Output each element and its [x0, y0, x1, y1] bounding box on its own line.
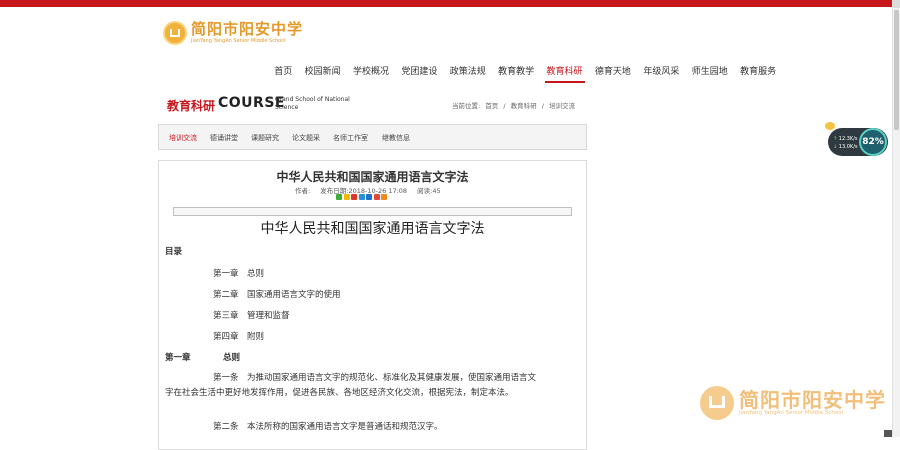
douban-icon[interactable]: [373, 194, 380, 200]
article-summary-box: [173, 207, 572, 216]
school-emblem-icon: [163, 21, 187, 45]
toc-item: 第二章 国家通用语言文字的使用: [213, 290, 341, 300]
nav-item-teaching[interactable]: 教育教学: [498, 64, 534, 84]
site-logo[interactable]: 简阳市阳安中学 JianYang YangAn Senior Middle Sc…: [163, 20, 303, 46]
scroll-up-arrow[interactable]: [893, 0, 900, 8]
qzone-icon[interactable]: [343, 194, 350, 200]
chapter-title: 总则: [223, 353, 241, 363]
upload-speed: 12.3K/s: [838, 136, 858, 142]
nav-item-moral[interactable]: 德育天地: [595, 64, 631, 84]
scroll-thumb[interactable]: [894, 10, 899, 130]
subnav-item-lecture[interactable]: 德诵讲堂: [210, 133, 238, 143]
nav-item-home[interactable]: 首页: [274, 64, 292, 84]
vertical-scrollbar[interactable]: [892, 0, 900, 437]
subnav-item-projects[interactable]: 课题研究: [251, 133, 279, 143]
watermark-emblem-icon: [700, 386, 734, 420]
chapter-label: 第一章: [165, 353, 191, 363]
sub-nav: 培训交流 德诵讲堂 课题研究 论文题采 名师工作室 继教信息: [158, 124, 587, 150]
main-nav: 首页 校园新闻 学校概况 党团建设 政策法规 教育教学 教育科研 德育天地 年级…: [268, 64, 782, 84]
views-label: 阅读:45: [417, 187, 441, 195]
wechat-icon[interactable]: [336, 194, 342, 200]
breadcrumb: 当前位置: 首页 / 教育科研 / 培训交流: [452, 100, 578, 110]
subnav-item-papers[interactable]: 论文题采: [292, 133, 320, 143]
subnav-item-master-studio[interactable]: 名师工作室: [333, 133, 368, 143]
breadcrumb-research[interactable]: 教育科研: [511, 102, 537, 110]
article-1-line-2: 字在社会生活中更好地发挥作用，促进各民族、各地区经济文化交流，根据宪法，制定本法…: [165, 388, 514, 398]
toc-label: 目录: [165, 247, 183, 257]
subnav-item-continuing-ed[interactable]: 继教信息: [382, 133, 410, 143]
nav-item-party[interactable]: 党团建设: [401, 64, 437, 84]
logo-name-en: JianYang YangAn Senior Middle School: [191, 38, 286, 44]
nav-item-grades[interactable]: 年级风采: [643, 64, 679, 84]
watermark-name-cn: 简阳市阳安中学: [739, 388, 886, 412]
section-subtitle: Grand School of National Science: [275, 96, 350, 111]
corner-marker: [884, 430, 892, 437]
section-title-cn: 教育科研: [167, 99, 216, 113]
breadcrumb-current[interactable]: 培训交流: [549, 102, 575, 110]
nav-item-about[interactable]: 学校概况: [353, 64, 389, 84]
download-arrow-icon: ↓: [833, 144, 838, 150]
subnav-item-training[interactable]: 培训交流: [169, 133, 197, 143]
breadcrumb-home[interactable]: 首页: [485, 102, 498, 110]
tencent-weibo-icon[interactable]: [358, 194, 365, 200]
breadcrumb-separator: /: [503, 102, 506, 110]
author-label: 作者:: [295, 187, 311, 195]
nav-item-garden[interactable]: 师生园地: [692, 64, 728, 84]
speed-gauge-icon: [825, 122, 835, 130]
toc-item: 第一章 总则: [213, 269, 265, 279]
nav-item-services[interactable]: 教育服务: [740, 64, 776, 84]
renren-icon[interactable]: [366, 194, 372, 200]
usage-percent: 82%: [859, 128, 887, 156]
toc-item: 第三章 管理和监督: [213, 311, 290, 321]
section-header: 教育科研 COURSE Grand School of National Sci…: [167, 95, 587, 117]
watermark-logo: 简阳市阳安中学 JianYang YangAn Senior Middle Sc…: [700, 386, 886, 420]
breadcrumb-separator: /: [541, 102, 544, 110]
speed-readout: ↑ 12.3K/s ↓ 13.0K/s: [833, 135, 858, 151]
article-panel: 中华人民共和国国家通用语言文字法 作者: 发布日期:2018-10-26 17:…: [158, 160, 587, 450]
nav-item-policy[interactable]: 政策法规: [450, 64, 486, 84]
network-speed-widget[interactable]: ↑ 12.3K/s ↓ 13.0K/s 82%: [825, 122, 888, 156]
weibo-icon[interactable]: [351, 194, 357, 200]
article-title: 中华人民共和国国家通用语言文字法: [276, 170, 469, 184]
article-1-line-1: 第一条 为推动国家通用语言文字的规范化、标准化及其健康发展，使国家通用语言文: [213, 373, 537, 383]
toc-item: 第四章 附则: [213, 332, 265, 342]
article-2: 第二条 本法所称的国家通用语言文字是普通话和规范汉字。: [213, 422, 443, 432]
breadcrumb-prefix: 当前位置:: [452, 102, 481, 110]
upload-arrow-icon: ↑: [833, 136, 838, 142]
download-speed: 13.0K/s: [838, 144, 858, 150]
more-icon[interactable]: [381, 194, 387, 200]
logo-name-cn: 简阳市阳安中学: [191, 20, 304, 38]
document-title: 中华人民共和国国家通用语言文字法: [260, 221, 485, 237]
nav-item-research[interactable]: 教育科研: [544, 64, 585, 84]
nav-item-campus-news[interactable]: 校园新闻: [305, 64, 341, 84]
view-count: 45: [432, 187, 441, 195]
share-bar: [336, 194, 389, 200]
top-red-bar: [0, 0, 893, 7]
